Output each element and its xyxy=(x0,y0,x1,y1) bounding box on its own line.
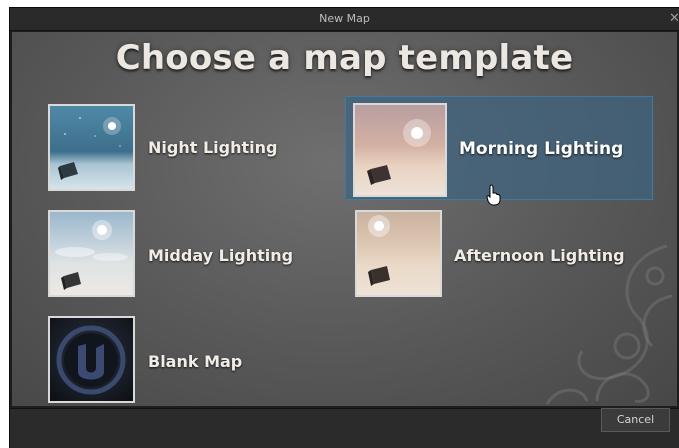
template-afternoon-lighting[interactable]: Afternoon Lighting xyxy=(355,210,655,300)
page-heading: Choose a map template xyxy=(115,38,574,78)
night-lighting-thumbnail xyxy=(48,104,135,191)
template-label: Afternoon Lighting xyxy=(454,246,625,265)
hand-cursor-icon xyxy=(486,184,501,206)
midday-lighting-thumbnail xyxy=(48,210,135,297)
template-blank-map[interactable]: Blank Map xyxy=(48,316,298,406)
template-label: Night Lighting xyxy=(148,138,278,157)
unreal-logo-thumbnail xyxy=(48,316,135,403)
footer-bar xyxy=(10,408,679,448)
template-label: Blank Map xyxy=(148,352,243,371)
cancel-button[interactable]: Cancel xyxy=(601,408,670,432)
template-label: Morning Lighting xyxy=(459,139,624,159)
morning-lighting-thumbnail xyxy=(353,103,447,197)
template-panel: Choose a map template Night Lighting Mor… xyxy=(12,32,677,406)
afternoon-lighting-thumbnail xyxy=(355,210,442,297)
template-midday-lighting[interactable]: Midday Lighting xyxy=(48,210,298,300)
close-icon[interactable]: ✕ xyxy=(669,11,679,26)
new-map-dialog: New Map ✕ Choose a map template Night Li… xyxy=(10,8,679,448)
template-label: Midday Lighting xyxy=(148,246,294,265)
title-bar: New Map ✕ xyxy=(10,8,679,31)
template-night-lighting[interactable]: Night Lighting xyxy=(48,104,298,194)
window-title: New Map xyxy=(319,12,370,25)
